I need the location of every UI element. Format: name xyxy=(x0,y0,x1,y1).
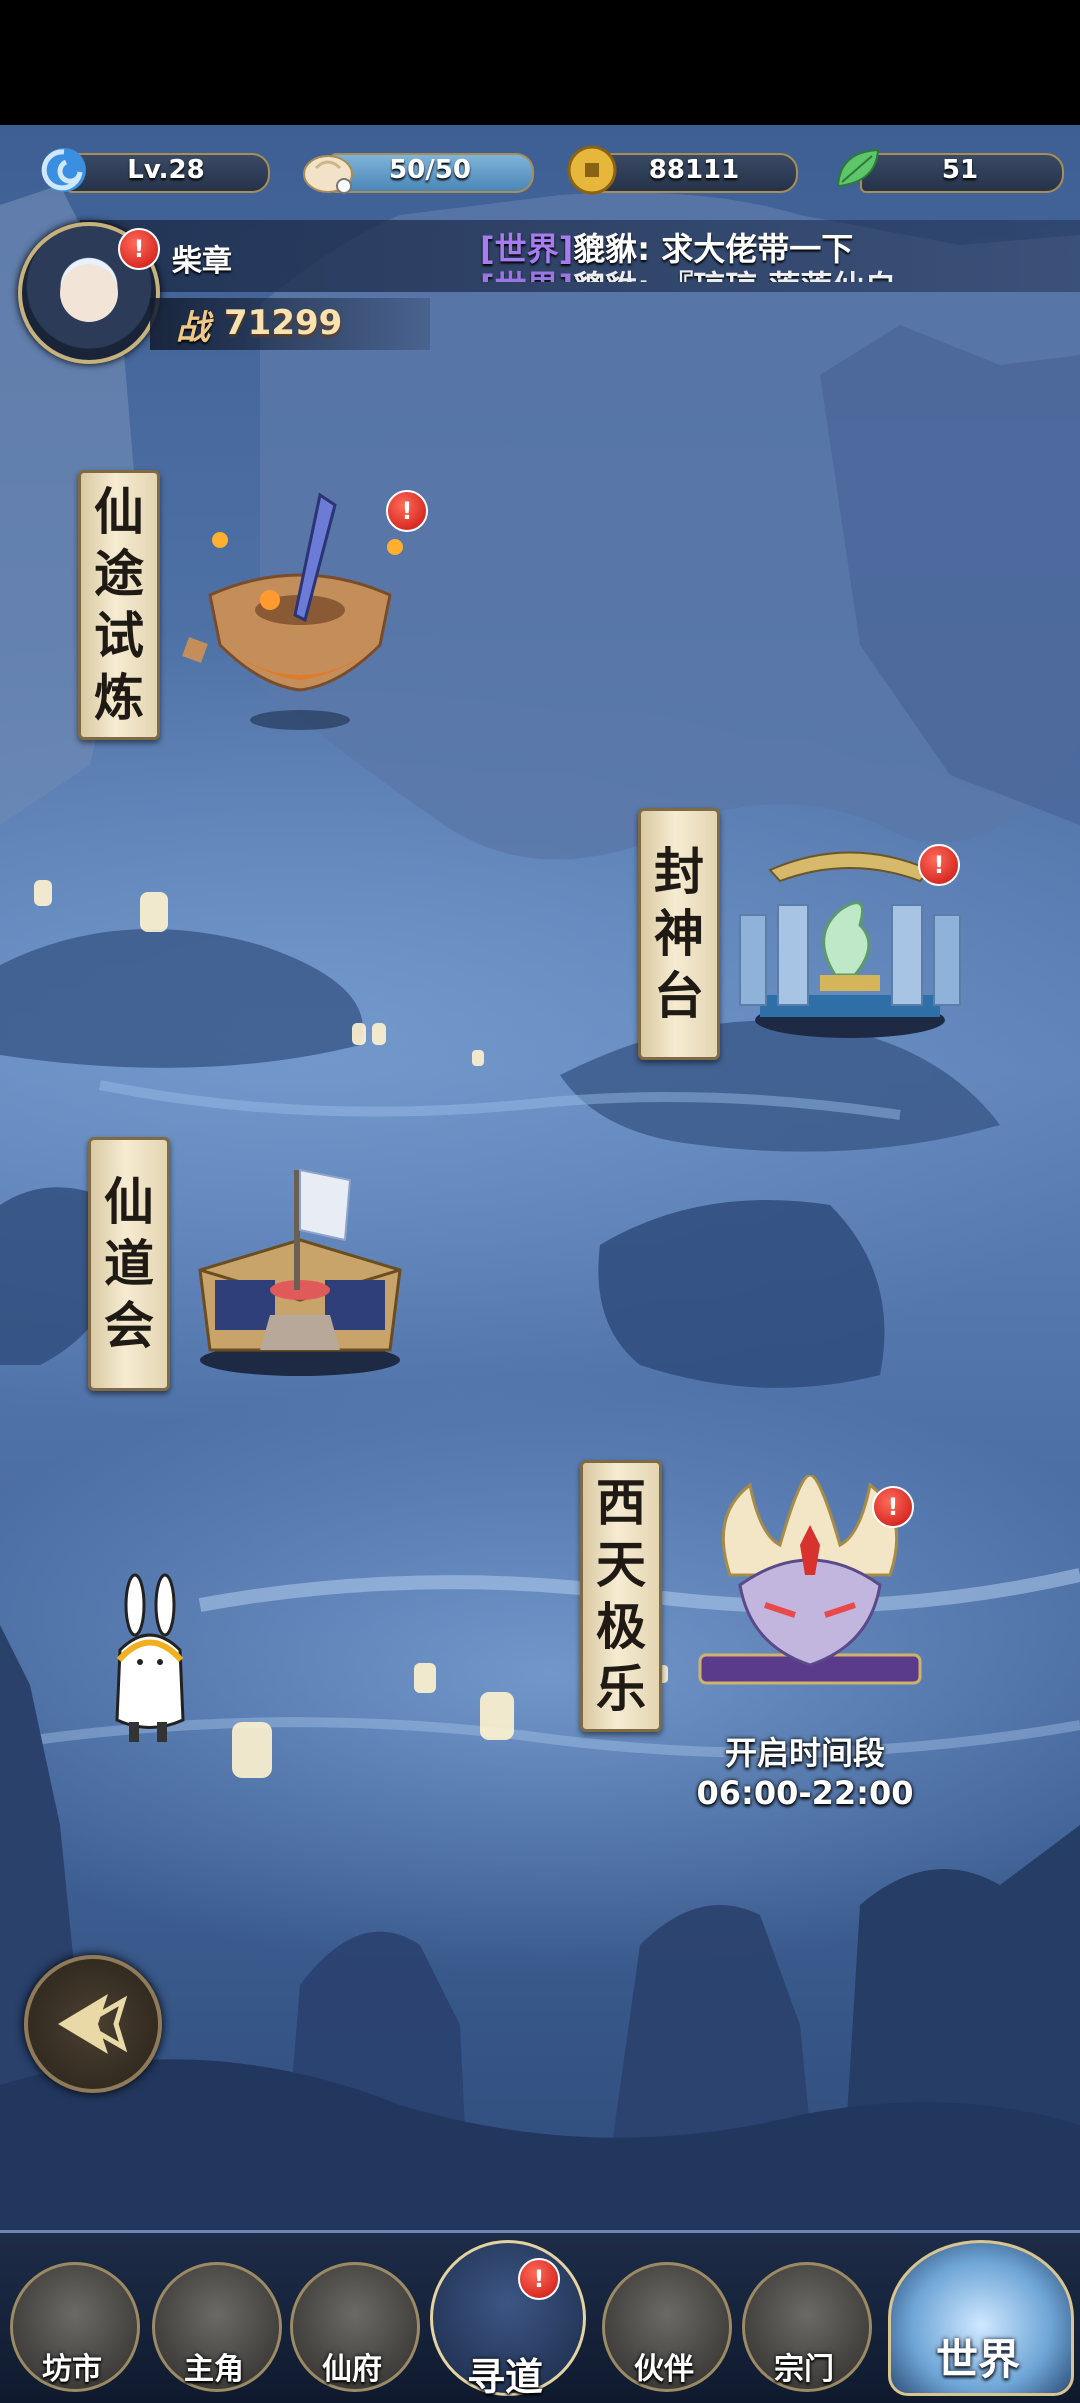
xitian-char-1: 西 xyxy=(596,1473,646,1532)
nav-mansion-label: 仙府 xyxy=(322,2352,382,2387)
fengshen-char-3: 台 xyxy=(654,966,704,1025)
avatar-alert-icon: ! xyxy=(118,228,160,270)
xitian-time-range: 06:00-22:00 xyxy=(696,1774,914,1812)
daohui-char-2: 道 xyxy=(104,1234,154,1293)
daohui-char-1: 仙 xyxy=(104,1172,154,1231)
return-button[interactable] xyxy=(24,1955,162,2093)
fengshen-alert-icon: ! xyxy=(918,844,960,886)
chat-line-1: [世界]貔貅: 求大佬带一下 xyxy=(480,224,1080,268)
copper-coin-icon xyxy=(567,145,617,195)
rabbit-assistant-icon[interactable] xyxy=(105,1570,195,1750)
daohui-arena[interactable] xyxy=(190,1150,410,1380)
xitian-char-3: 极 xyxy=(596,1597,646,1656)
nav-market-label: 坊市 xyxy=(42,2352,102,2387)
stamina-value: 50/50 xyxy=(389,155,471,185)
trial-floating-island[interactable] xyxy=(180,475,420,735)
trial-char-1: 仙 xyxy=(94,482,144,541)
nav-seek-dao-label: 寻道 xyxy=(466,2355,543,2399)
jade-display[interactable]: 51 xyxy=(830,148,1064,194)
world-chat-ticker[interactable]: [世界]貔貅: 求大佬带一下 [世界]貔貅: 『琼琼 莲莲仙自 xyxy=(480,224,1080,282)
status-bar-area xyxy=(0,0,1080,125)
daohui-title-scroll[interactable]: 仙 道 会 xyxy=(88,1137,170,1391)
jade-value: 51 xyxy=(941,155,979,185)
stamina-display[interactable]: 50/50 xyxy=(300,148,534,194)
xitian-title-scroll[interactable]: 西 天 极 乐 xyxy=(580,1460,662,1732)
xitian-time-label: 开启时间段 xyxy=(724,1734,885,1772)
power-label: 战 xyxy=(176,308,210,348)
chat-text-2: 貔貅: 『琼琼 莲莲仙自 xyxy=(573,268,896,282)
arrow-back-icon xyxy=(58,1994,128,2054)
fengshen-title-scroll[interactable]: 封 神 台 xyxy=(638,808,720,1060)
nav-partner-label: 伙伴 xyxy=(634,2352,694,2387)
chat-line-2: [世界]貔貅: 『琼琼 莲莲仙自 xyxy=(480,262,1080,282)
xitian-char-4: 乐 xyxy=(596,1659,646,1718)
trial-title-scroll[interactable]: 仙 途 试 炼 xyxy=(78,470,160,740)
xitian-alert-icon: ! xyxy=(872,1486,914,1528)
nav-sect-label: 宗门 xyxy=(774,2352,834,2387)
nav-world-label: 世界 xyxy=(935,2335,1020,2384)
level-value: Lv.28 xyxy=(127,155,205,185)
trial-char-4: 炼 xyxy=(94,668,144,727)
fengshen-char-1: 封 xyxy=(654,842,704,901)
jade-leaf-icon xyxy=(836,148,880,188)
trial-char-3: 试 xyxy=(94,606,144,665)
player-name: 柴章 xyxy=(172,244,232,279)
chat-tag-2: [世界] xyxy=(480,268,573,282)
xitian-char-2: 天 xyxy=(596,1535,646,1594)
bun-stamina-icon xyxy=(303,155,353,194)
trial-alert-icon: ! xyxy=(386,490,428,532)
avatar-face xyxy=(60,264,118,322)
daohui-char-3: 会 xyxy=(104,1296,154,1355)
nav-hero-label: 主角 xyxy=(184,2352,244,2387)
fengshen-char-2: 神 xyxy=(654,904,704,963)
coin-value: 88111 xyxy=(648,155,740,185)
power-value: 71299 xyxy=(224,303,343,343)
coin-display[interactable]: 88111 xyxy=(564,145,798,195)
level-display[interactable]: Lv.28 xyxy=(36,148,270,194)
nav-seek-dao-alert-icon: ! xyxy=(518,2258,560,2300)
trial-char-2: 途 xyxy=(94,544,144,603)
level-swirl-icon xyxy=(41,148,86,192)
